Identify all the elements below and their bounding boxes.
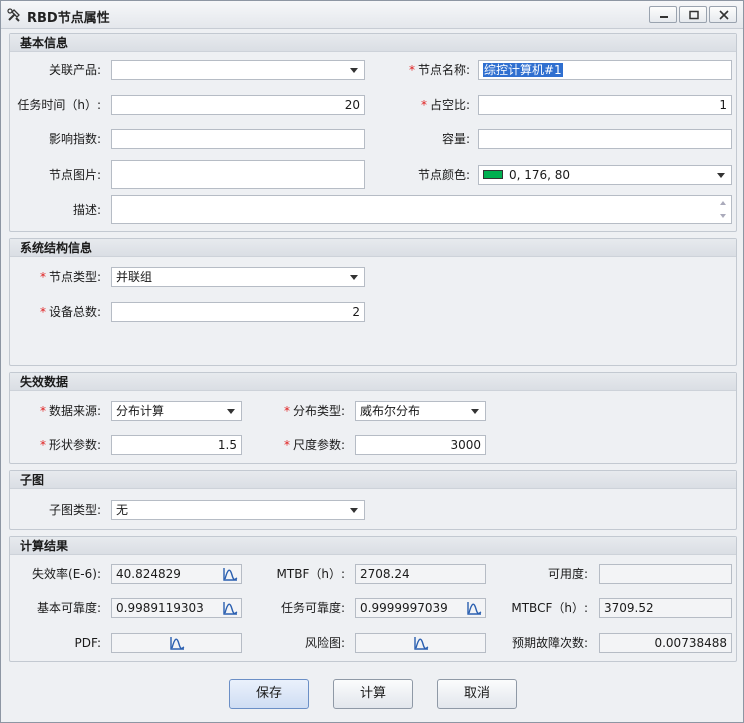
subgraph-type-select[interactable]: 无 — [111, 500, 365, 520]
maximize-button[interactable] — [679, 6, 707, 23]
color-swatch — [483, 170, 503, 179]
duty-label: * 占空比: — [420, 98, 470, 112]
chevron-down-icon — [350, 275, 358, 280]
impact-input[interactable] — [111, 129, 365, 149]
scroll-down-icon[interactable] — [720, 214, 726, 218]
task-reliability-output: 0.9999997039 — [355, 598, 486, 618]
color-label: 节点颜色: — [417, 168, 470, 182]
close-icon — [719, 10, 729, 20]
failure-section: 失效数据 * 数据来源: 分布计算 * 分布类型: 威布尔分布 * 形状参数: 1.5… — [9, 372, 737, 464]
chevron-down-icon — [350, 508, 358, 513]
structure-section: 系统结构信息 * 节点类型: 并联组 * 设备总数: 2 — [9, 238, 737, 366]
node-type-select[interactable]: 并联组 — [111, 267, 365, 287]
cancel-button[interactable]: 取消 — [437, 679, 517, 709]
expected-failures-label: 预期故障次数: — [511, 636, 588, 650]
section-title: 子图 — [10, 471, 736, 489]
calculate-button[interactable]: 计算 — [333, 679, 413, 709]
minimize-icon — [660, 16, 668, 18]
chevron-down-icon — [717, 173, 725, 178]
risk-label: 风险图: — [304, 636, 345, 650]
node-type-label: * 节点类型: — [39, 270, 101, 284]
chevron-down-icon — [350, 68, 358, 73]
mtbf-label: MTBF（h）: — [276, 567, 345, 581]
image-label: 节点图片: — [48, 168, 101, 182]
scale-param-input[interactable]: 3000 — [355, 435, 486, 455]
data-source-select[interactable]: 分布计算 — [111, 401, 242, 421]
close-button[interactable] — [709, 6, 737, 23]
mtbcf-label: MTBCF（h）: — [511, 601, 588, 615]
product-select[interactable] — [111, 60, 365, 80]
mtbcf-output: 3709.52 — [599, 598, 732, 618]
basic-info-section: 基本信息 关联产品: * 节点名称: 综控计算机#1 任务时间（h）: 20 * 占… — [9, 33, 737, 232]
desc-label: 描述: — [72, 203, 101, 217]
dist-type-label: * 分布类型: — [283, 404, 345, 418]
color-select[interactable]: 0, 176, 80 — [478, 165, 732, 185]
task-reliability-label: 任务可靠度: — [280, 601, 345, 615]
capacity-label: 容量: — [441, 132, 470, 146]
task-time-label: 任务时间（h）: — [17, 98, 101, 112]
curve-chart-icon[interactable] — [222, 600, 239, 616]
availability-output — [599, 564, 732, 584]
risk-chart-button[interactable] — [355, 633, 486, 653]
duty-input[interactable]: 1 — [478, 95, 732, 115]
failure-rate-label: 失效率(E-6): — [32, 567, 101, 581]
curve-chart-icon[interactable] — [466, 600, 483, 616]
save-button[interactable]: 保存 — [229, 679, 309, 709]
product-label: 关联产品: — [48, 63, 101, 77]
availability-label: 可用度: — [547, 567, 588, 581]
pdf-label: PDF: — [74, 636, 102, 650]
capacity-input[interactable] — [478, 129, 732, 149]
subgraph-section: 子图 子图类型: 无 — [9, 470, 737, 530]
section-title: 系统结构信息 — [10, 239, 736, 257]
device-count-label: * 设备总数: — [39, 305, 101, 319]
image-picker[interactable] — [111, 160, 365, 189]
expected-failures-output: 0.00738488 — [599, 633, 732, 653]
node-name-label: * 节点名称: — [408, 63, 470, 77]
pdf-chart-button[interactable] — [111, 633, 242, 653]
shape-param-label: * 形状参数: — [39, 438, 101, 452]
chevron-down-icon — [471, 409, 479, 414]
dist-type-select[interactable]: 威布尔分布 — [355, 401, 486, 421]
window-title: RBD节点属性 — [27, 11, 110, 26]
device-count-input[interactable]: 2 — [111, 302, 365, 322]
failure-rate-output: 40.824829 — [111, 564, 242, 584]
node-name-input[interactable]: 综控计算机#1 — [478, 60, 732, 80]
subgraph-type-label: 子图类型: — [48, 503, 101, 517]
data-source-label: * 数据来源: — [39, 404, 101, 418]
curve-chart-icon — [414, 637, 429, 650]
node-name-value: 综控计算机#1 — [483, 63, 563, 77]
scroll-up-icon[interactable] — [720, 201, 726, 205]
basic-reliability-label: 基本可靠度: — [36, 601, 101, 615]
desc-textarea[interactable] — [111, 195, 732, 224]
dialog-window: RBD节点属性 基本信息 关联产品: * 节点名称: 综控计算机#1 任务时间（h… — [0, 0, 744, 723]
task-time-input[interactable]: 20 — [111, 95, 365, 115]
chevron-down-icon — [227, 409, 235, 414]
scale-param-label: * 尺度参数: — [283, 438, 345, 452]
impact-label: 影响指数: — [48, 132, 101, 146]
shape-param-input[interactable]: 1.5 — [111, 435, 242, 455]
title-bar[interactable]: RBD节点属性 — [1, 1, 743, 29]
curve-chart-icon — [170, 637, 185, 650]
maximize-icon — [689, 10, 699, 20]
mtbf-output: 2708.24 — [355, 564, 486, 584]
results-section: 计算结果 失效率(E-6): 40.824829 MTBF（h）: 2708.2… — [9, 536, 737, 662]
tools-icon — [7, 8, 20, 22]
section-title: 失效数据 — [10, 373, 736, 391]
minimize-button[interactable] — [649, 6, 677, 23]
curve-chart-icon[interactable] — [222, 566, 239, 582]
section-title: 基本信息 — [10, 34, 736, 52]
basic-reliability-output: 0.9989119303 — [111, 598, 242, 618]
section-title: 计算结果 — [10, 537, 736, 555]
